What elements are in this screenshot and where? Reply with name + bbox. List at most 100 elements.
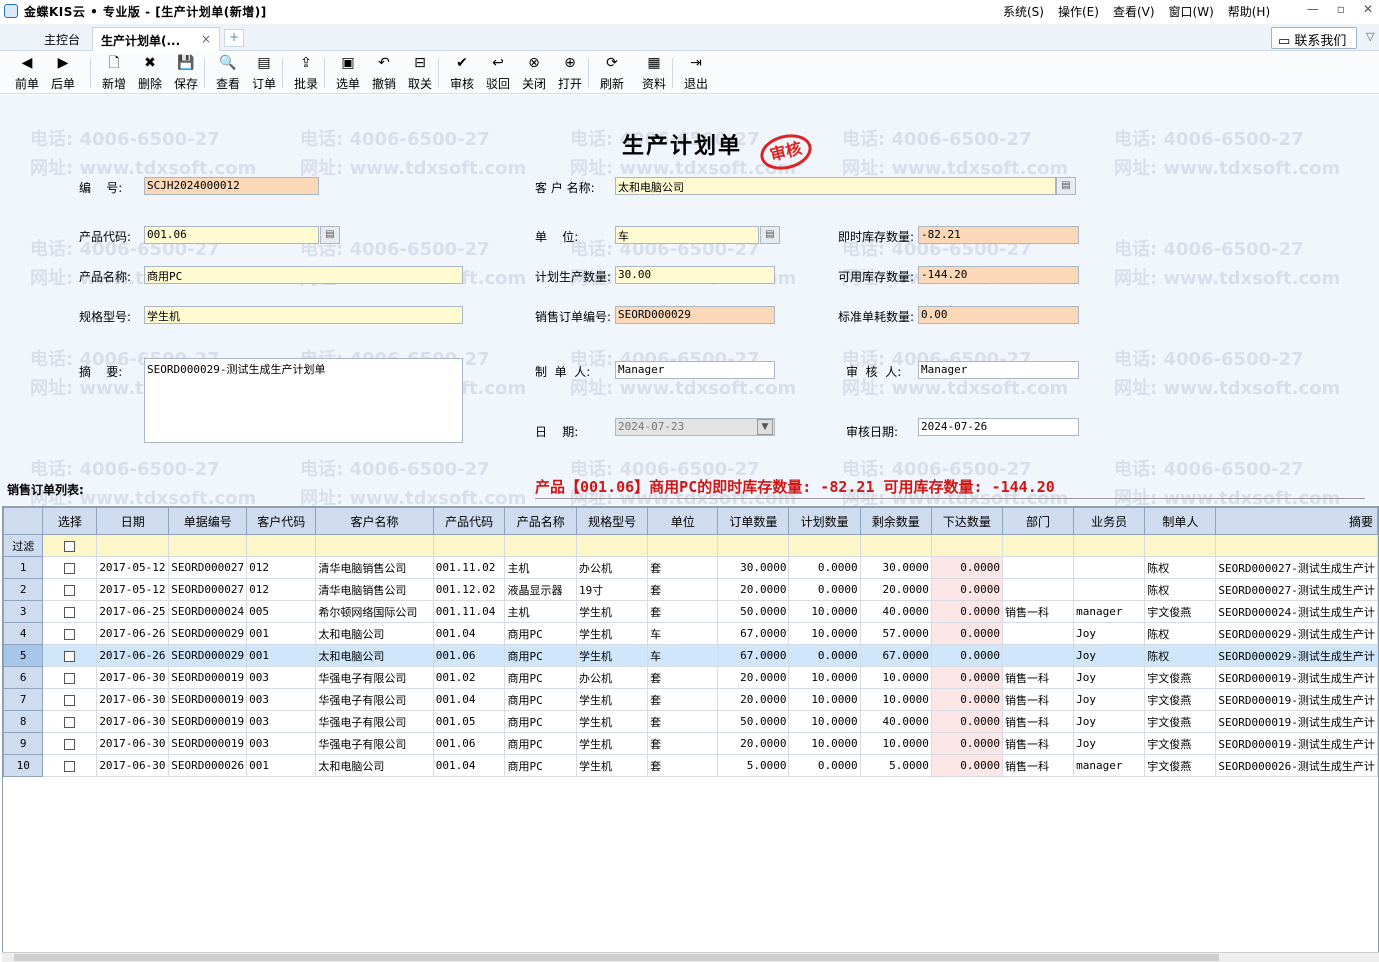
column-header[interactable]: 业务员 xyxy=(1073,507,1146,535)
filter-cell[interactable] xyxy=(96,534,170,557)
table-row[interactable]: 2 2017-05-12 SEORD000027 012 清华电脑销售公司 001.12.… xyxy=(3,578,1378,601)
toolbar-button-7[interactable]: ⇪ 批录 xyxy=(289,54,323,92)
horizontal-scrollbar[interactable] xyxy=(2,952,1379,962)
column-header[interactable]: 产品名称 xyxy=(504,507,578,535)
date-field[interactable]: 2024-07-23 xyxy=(615,418,775,436)
toolbar-button-5[interactable]: 🔍 查看 xyxy=(211,54,245,92)
filter-cell[interactable] xyxy=(1001,534,1075,557)
column-header[interactable]: 日期 xyxy=(96,507,170,535)
menu-operation[interactable]: 操作(E) xyxy=(1058,3,1099,20)
toolbar-button-16[interactable]: ▦ 资料 xyxy=(637,54,671,92)
table-row[interactable]: 9 2017-06-30 SEORD000019 003 华强电子有限公司 001.06 商… xyxy=(3,732,1378,755)
restore-button[interactable]: ▫ xyxy=(1337,2,1345,16)
filter-cell[interactable] xyxy=(168,534,248,557)
row-number[interactable]: 9 xyxy=(3,732,44,755)
row-number[interactable]: 2 xyxy=(3,578,44,601)
table-row[interactable]: 10 2017-06-30 SEORD000026 001 太和电脑公司 001.04 商用… xyxy=(3,754,1378,777)
toolbar-button-1[interactable]: ▶ 后单 xyxy=(46,54,80,92)
customer-field[interactable]: 太和电脑公司 xyxy=(615,177,1056,195)
table-row[interactable]: 5 2017-06-26 SEORD000029 001 太和电脑公司 001.06 商用P… xyxy=(3,644,1378,667)
filter-cell[interactable] xyxy=(647,534,719,557)
filter-cell[interactable] xyxy=(788,534,861,557)
row-number[interactable]: 5 xyxy=(3,644,44,667)
table-row[interactable]: 1 2017-05-12 SEORD000027 012 清华电脑销售公司 001.11.… xyxy=(3,556,1378,579)
filter-cell[interactable] xyxy=(315,534,434,557)
auditor-field[interactable]: Manager xyxy=(918,361,1079,379)
filter-cell[interactable] xyxy=(1215,534,1378,557)
table-row[interactable]: 3 2017-06-25 SEORD000024 005 希尔顿网络国际公司 001.11… xyxy=(3,600,1378,623)
column-header[interactable]: 摘要 xyxy=(1215,507,1378,535)
tab-home[interactable]: 主控台 xyxy=(36,27,88,51)
column-header[interactable]: 客户名称 xyxy=(315,507,434,535)
column-header[interactable]: 制单人 xyxy=(1144,507,1217,535)
toolbar-button-6[interactable]: ▤ 订单 xyxy=(247,54,281,92)
row-checkbox[interactable] xyxy=(64,672,76,684)
column-header[interactable]: 选择 xyxy=(42,507,98,535)
table-row[interactable]: 4 2017-06-26 SEORD000029 001 太和电脑公司 001.04 商用P… xyxy=(3,622,1378,645)
menu-system[interactable]: 系统(S) xyxy=(1003,3,1044,20)
std-consume-field[interactable]: 0.00 xyxy=(918,306,1079,324)
toolbar-button-13[interactable]: ⊗ 关闭 xyxy=(517,54,551,92)
product-name-field[interactable]: 商用PC xyxy=(144,266,463,284)
filter-cell[interactable] xyxy=(717,534,790,557)
row-checkbox[interactable] xyxy=(64,716,76,728)
unit-field[interactable]: 车 xyxy=(615,226,759,244)
filter-cell[interactable] xyxy=(576,534,649,557)
row-checkbox[interactable] xyxy=(64,584,76,596)
menu-window[interactable]: 窗口(W) xyxy=(1169,3,1214,20)
column-header[interactable]: 下达数量 xyxy=(930,507,1003,535)
toolbar-button-14[interactable]: ⊕ 打开 xyxy=(553,54,587,92)
maker-field[interactable]: Manager xyxy=(615,361,775,379)
toolbar-button-11[interactable]: ✔ 审核 xyxy=(445,54,479,92)
code-field[interactable]: SCJH2024000012 xyxy=(144,177,319,195)
audit-date-field[interactable]: 2024-07-26 xyxy=(918,418,1079,436)
filter-cell[interactable] xyxy=(432,534,506,557)
column-header[interactable]: 规格型号 xyxy=(576,507,649,535)
chevron-down-icon[interactable]: ▽ xyxy=(1366,30,1374,43)
sales-order-field[interactable]: SEORD000029 xyxy=(615,306,775,324)
row-number[interactable]: 7 xyxy=(3,688,44,711)
filter-cell[interactable] xyxy=(859,534,932,557)
column-header[interactable]: 单据编号 xyxy=(168,507,248,535)
table-row[interactable]: 8 2017-06-30 SEORD000019 003 华强电子有限公司 001.05 商… xyxy=(3,710,1378,733)
row-number[interactable]: 6 xyxy=(3,666,44,689)
row-checkbox[interactable] xyxy=(64,628,76,640)
toolbar-button-2[interactable]: 🗋 新增 xyxy=(97,54,131,92)
close-tab-icon[interactable]: × xyxy=(201,32,211,46)
add-tab-button[interactable]: + xyxy=(224,29,244,47)
column-header[interactable]: 部门 xyxy=(1001,507,1075,535)
row-checkbox[interactable] xyxy=(64,562,76,574)
column-header[interactable]: 订单数量 xyxy=(717,507,790,535)
row-checkbox[interactable] xyxy=(64,760,76,772)
filter-cell[interactable] xyxy=(1144,534,1217,557)
toolbar-button-12[interactable]: ↩ 驳回 xyxy=(481,54,515,92)
unit-lookup-icon[interactable]: ▤ xyxy=(760,226,780,244)
toolbar-button-0[interactable]: ◀ 前单 xyxy=(10,54,44,92)
filter-cell[interactable] xyxy=(42,534,98,557)
row-number[interactable]: 8 xyxy=(3,710,44,733)
date-dropdown-icon[interactable]: ▼ xyxy=(757,419,773,435)
tab-production-plan[interactable]: 生产计划单(... × xyxy=(92,27,220,51)
row-number[interactable]: 3 xyxy=(3,600,44,623)
row-checkbox[interactable] xyxy=(64,606,76,618)
column-header[interactable]: 客户代码 xyxy=(246,507,317,535)
scrollbar-thumb[interactable] xyxy=(14,954,1219,961)
toolbar-button-9[interactable]: ↶ 撤销 xyxy=(367,54,401,92)
toolbar-button-10[interactable]: ⊟ 取关 xyxy=(403,54,437,92)
menu-help[interactable]: 帮助(H) xyxy=(1228,3,1270,20)
customer-lookup-icon[interactable]: ▤ xyxy=(1056,177,1076,195)
row-checkbox[interactable] xyxy=(64,738,76,750)
filter-cell[interactable] xyxy=(504,534,578,557)
plan-qty-field[interactable]: 30.00 xyxy=(615,266,775,284)
row-number[interactable]: 10 xyxy=(3,754,44,777)
column-header[interactable]: 产品代码 xyxy=(432,507,506,535)
product-code-field[interactable]: 001.06 xyxy=(144,226,319,244)
row-checkbox[interactable] xyxy=(64,650,76,662)
filter-cell[interactable] xyxy=(1073,534,1146,557)
row-checkbox[interactable] xyxy=(64,694,76,706)
memo-textarea[interactable]: SEORD000029-测试生成生产计划单 xyxy=(144,358,463,443)
table-row[interactable]: 7 2017-06-30 SEORD000019 003 华强电子有限公司 001.04 商… xyxy=(3,688,1378,711)
menu-view[interactable]: 查看(V) xyxy=(1113,3,1155,20)
product-lookup-icon[interactable]: ▤ xyxy=(320,226,340,244)
column-header[interactable]: 剩余数量 xyxy=(859,507,932,535)
